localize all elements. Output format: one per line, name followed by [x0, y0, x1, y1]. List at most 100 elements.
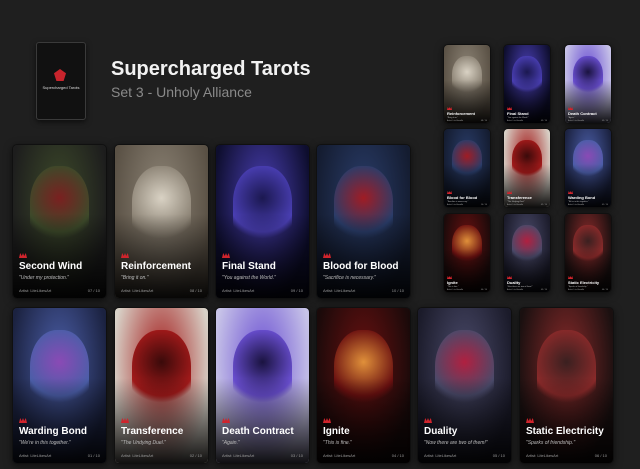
card-artist: Artist: LiteLikesArt: [447, 204, 464, 206]
card-artist: Artist: LiteLikesArt: [424, 453, 457, 458]
card-number: 10 / 10: [391, 288, 404, 293]
crown-icon: [507, 107, 512, 110]
card-quote: "Again.": [222, 440, 240, 446]
tarot-card-large-5[interactable]: Warding Bond "We're in this together." Art…: [12, 307, 107, 464]
card-quote: "Sparks of friendship.": [526, 440, 576, 446]
card-name: Blood for Blood: [323, 261, 399, 272]
card-name: Reinforcement: [121, 261, 192, 272]
crown-icon: [507, 276, 512, 279]
card-artist: Artist: LiteLikesArt: [507, 120, 524, 122]
card-quote: "You against the World.": [222, 275, 276, 281]
crown-icon: [323, 418, 331, 423]
card-quote: "We're in this together.": [568, 201, 589, 203]
deck-cover: Supercharged Tarots: [36, 42, 86, 120]
card-quote: "This is fine.": [447, 286, 459, 288]
tarot-card-large-10[interactable]: Static Electricity "Sparks of friendship.…: [519, 307, 614, 464]
card-name: Static Electricity: [568, 280, 600, 285]
tarot-card-thumb-9[interactable]: Static Electricity "Sparks of friendship.…: [564, 213, 612, 293]
card-shade: [520, 377, 613, 463]
tarot-card-thumb-5[interactable]: Transference "The Undying Duel." Artist: L…: [503, 128, 551, 208]
tarot-card-large-3[interactable]: Final Stand "You against the World." Artis…: [215, 144, 310, 299]
card-number: 01 / 10: [601, 204, 608, 206]
card-shade: [13, 213, 106, 298]
card-artist: Artist: LiteLikesArt: [568, 204, 585, 206]
card-name: Final Stand: [507, 111, 529, 116]
card-artist: Artist: LiteLikesArt: [19, 288, 52, 293]
card-quote: "Sacrifice is necessary.": [323, 275, 376, 281]
card-number: 09 / 10: [290, 288, 303, 293]
tarot-card-large-4[interactable]: Blood for Blood "Sacrifice is necessary."…: [316, 144, 411, 299]
card-name: Blood for Blood: [447, 195, 478, 200]
card-shade: [317, 377, 410, 463]
tarot-card-thumb-1[interactable]: Reinforcement "Bring it on." Artist: LiteL…: [443, 44, 491, 124]
tarot-card-thumb-3[interactable]: Death Contract "Again." Artist: LiteLikesA…: [564, 44, 612, 124]
card-name: Warding Bond: [568, 195, 596, 200]
card-artist: Artist: LiteLikesArt: [568, 289, 585, 291]
crown-icon: [19, 253, 27, 258]
card-shade: [418, 377, 511, 463]
crown-icon: [222, 253, 230, 258]
card-name: Death Contract: [222, 426, 294, 437]
card-number: 06 / 10: [594, 453, 607, 458]
card-name: Duality: [424, 426, 458, 437]
card-name: Warding Bond: [19, 426, 87, 437]
card-number: 05 / 10: [492, 453, 505, 458]
card-name: Static Electricity: [526, 426, 604, 437]
card-artist: Artist: LiteLikesArt: [323, 288, 356, 293]
card-shade: [13, 377, 106, 463]
card-quote: "Under my protection.": [19, 275, 69, 281]
crown-icon: [568, 191, 573, 194]
card-quote: "Now there are two of them!": [507, 286, 533, 288]
tarot-card-thumb-8[interactable]: Duality "Now there are two of them!" Artis…: [503, 213, 551, 293]
crown-icon: [222, 418, 230, 423]
card-name: Ignite: [323, 426, 350, 437]
tarot-card-large-8[interactable]: Ignite "This is fine." Artist: LiteLikesAr…: [316, 307, 411, 464]
card-quote: "Bring it on.": [447, 117, 458, 119]
deck-cover-title: Supercharged Tarots: [42, 85, 80, 90]
tarot-card-thumb-2[interactable]: Final Stand "You against the World." Artis…: [503, 44, 551, 124]
card-artist: Artist: LiteLikesArt: [447, 289, 464, 291]
card-shade: [216, 213, 309, 298]
card-quote: "We're in this together.": [19, 440, 71, 446]
card-quote: "You against the World.": [507, 117, 529, 119]
card-number: 04 / 10: [480, 289, 487, 291]
tarot-card-large-6[interactable]: Transference "The Undying Duel." Artist: L…: [114, 307, 209, 464]
crown-icon: [447, 107, 452, 110]
card-artist: Artist: LiteLikesArt: [526, 453, 559, 458]
card-number: 02 / 10: [189, 453, 202, 458]
card-number: 08 / 10: [480, 120, 487, 122]
tarot-card-large-7[interactable]: Death Contract "Again." Artist: LiteLikesA…: [215, 307, 310, 464]
card-shade: [115, 213, 208, 298]
card-name: Second Wind: [19, 261, 83, 272]
tarot-card-large-2[interactable]: Reinforcement "Bring it on." Artist: LiteL…: [114, 144, 209, 299]
crown-icon: [447, 191, 452, 194]
card-name: Duality: [507, 280, 521, 285]
card-quote: "Again.": [568, 117, 576, 119]
card-number: 09 / 10: [540, 120, 547, 122]
crown-icon: [526, 418, 534, 423]
card-artist: Artist: LiteLikesArt: [222, 453, 255, 458]
card-artist: Artist: LiteLikesArt: [121, 288, 154, 293]
card-artist: Artist: LiteLikesArt: [507, 204, 524, 206]
tarot-card-large-1[interactable]: Second Wind "Under my protection." Artist:…: [12, 144, 107, 299]
crown-icon: [568, 276, 573, 279]
card-number: 10 / 10: [480, 204, 487, 206]
card-name: Ignite: [447, 280, 458, 285]
tarot-card-thumb-7[interactable]: Ignite "This is fine." Artist: LiteLikesAr…: [443, 213, 491, 293]
card-quote: "Sacrifice is necessary.": [447, 201, 469, 203]
card-number: 05 / 10: [540, 289, 547, 291]
card-name: Transference: [121, 426, 184, 437]
tarot-card-large-9[interactable]: Duality "Now there are two of them!" Artis…: [417, 307, 512, 464]
card-number: 02 / 10: [540, 204, 547, 206]
card-artist: Artist: LiteLikesArt: [507, 289, 524, 291]
crown-icon: [424, 418, 432, 423]
crown-icon: [447, 276, 452, 279]
card-artist: Artist: LiteLikesArt: [222, 288, 255, 293]
card-shade: [317, 213, 410, 298]
card-name: Reinforcement: [447, 111, 476, 116]
card-quote: "This is fine.": [323, 440, 352, 446]
card-quote: "The Undying Duel.": [507, 201, 525, 203]
tarot-card-thumb-6[interactable]: Warding Bond "We're in this together." Art…: [564, 128, 612, 208]
tarot-card-thumb-4[interactable]: Blood for Blood "Sacrifice is necessary."…: [443, 128, 491, 208]
card-quote: "Sparks of friendship.": [568, 286, 588, 288]
